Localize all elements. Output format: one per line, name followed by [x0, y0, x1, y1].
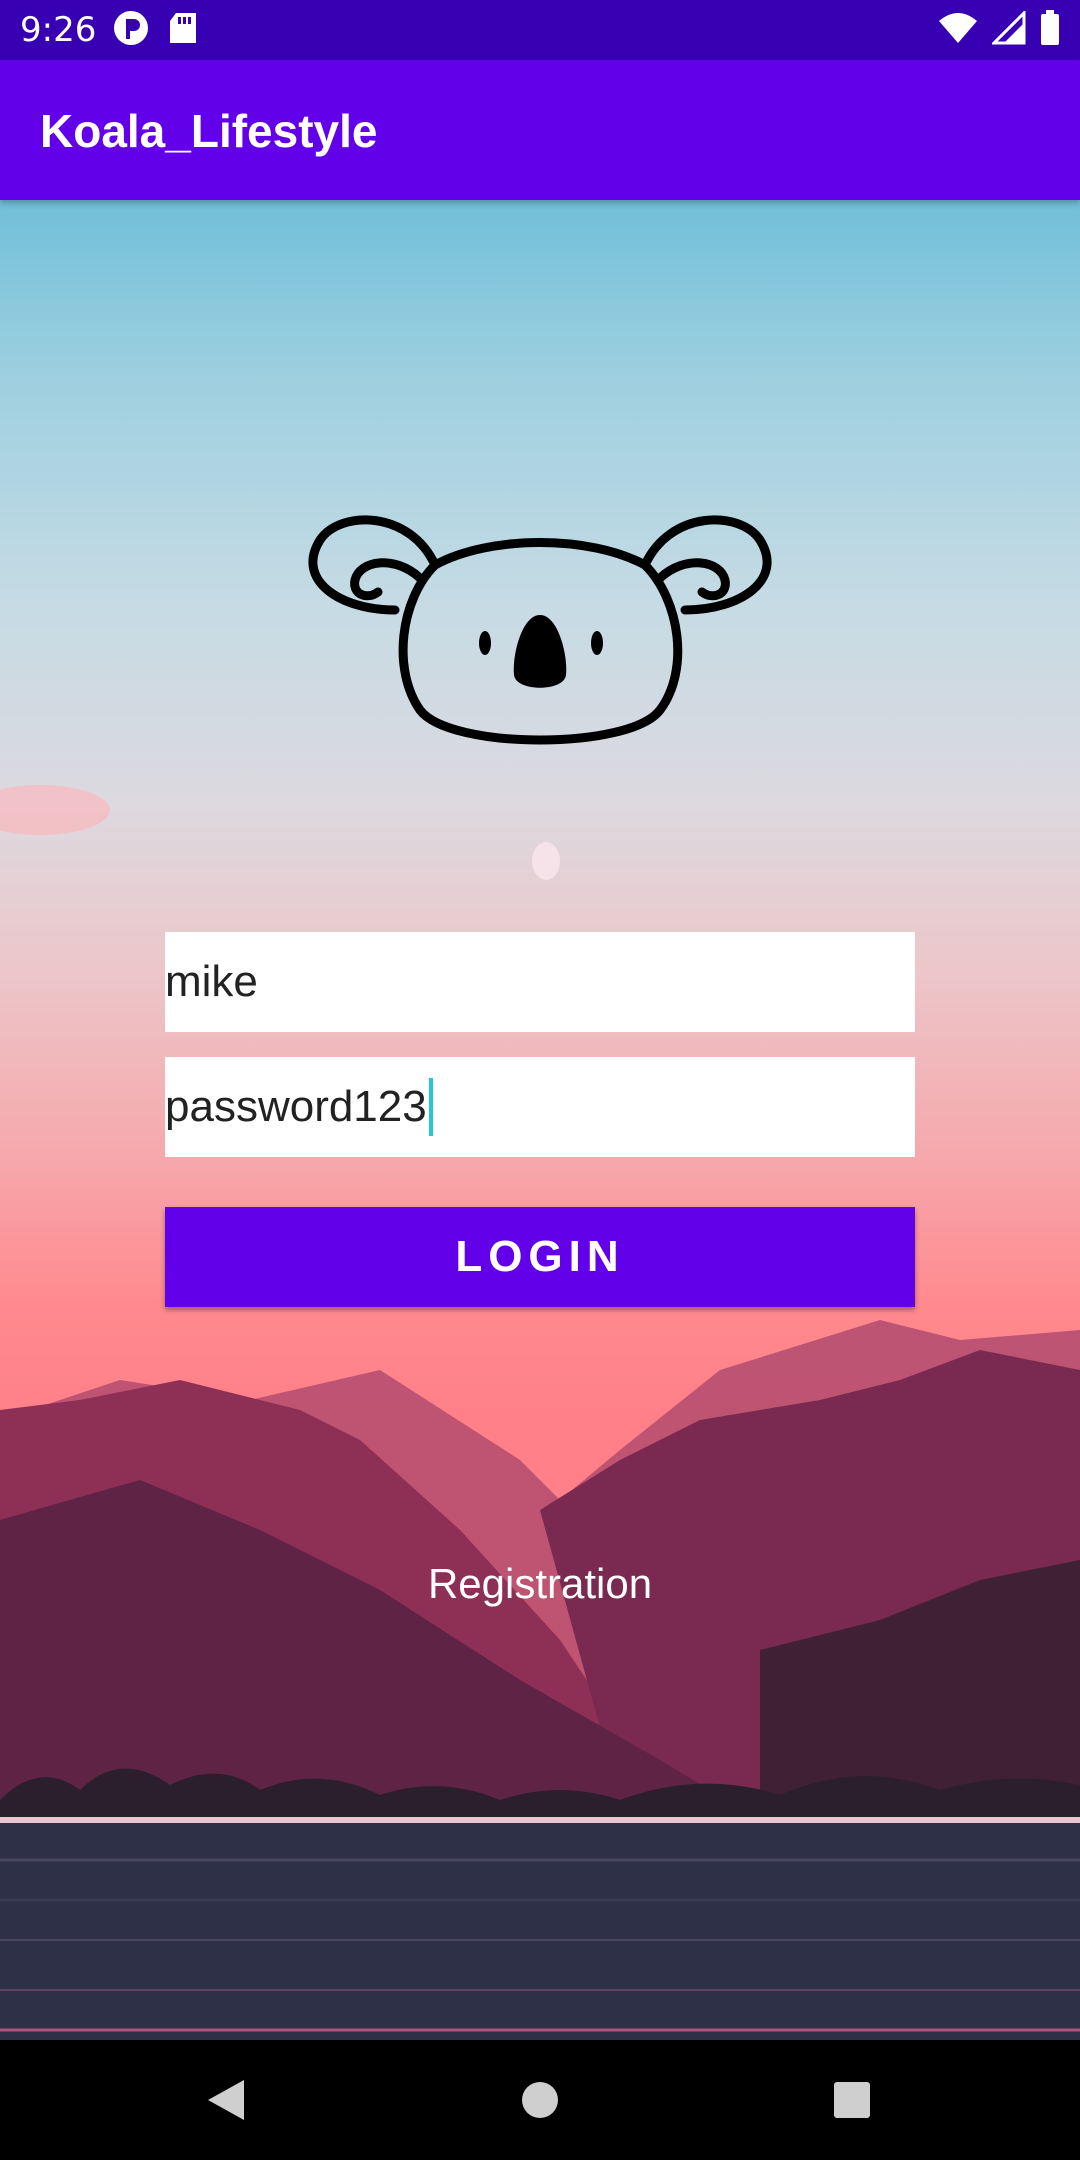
p-badge-icon — [112, 9, 150, 52]
navigation-bar — [0, 2040, 1080, 2160]
username-field[interactable]: mike — [165, 932, 915, 1032]
login-button-label: LOGIN — [455, 1232, 625, 1281]
text-cursor — [428, 1078, 433, 1136]
login-button[interactable]: LOGIN — [165, 1207, 915, 1307]
password-field[interactable]: password123 — [165, 1057, 915, 1157]
cell-signal-icon — [990, 8, 1026, 50]
home-icon[interactable] — [510, 2070, 570, 2130]
registration-link[interactable]: Registration — [0, 1560, 1080, 1608]
status-time: 9:26 — [20, 10, 97, 50]
app-bar: Koala_Lifestyle — [0, 60, 1080, 200]
back-icon[interactable] — [196, 2070, 256, 2130]
status-bar: 9:26 — [0, 0, 1080, 60]
login-screen: mike password123 LOGIN Registration — [0, 200, 1080, 2040]
recents-icon[interactable] — [822, 2070, 882, 2130]
app-title: Koala_Lifestyle — [40, 105, 378, 157]
wifi-icon — [938, 11, 978, 50]
password-value: password123 — [165, 1082, 427, 1131]
status-icons-left — [112, 10, 198, 50]
username-value: mike — [165, 957, 258, 1006]
sd-card-icon — [168, 11, 198, 50]
koala-icon — [308, 515, 772, 745]
moon-decoration — [532, 842, 560, 880]
battery-icon — [1040, 9, 1060, 51]
status-icons-right — [938, 8, 1060, 51]
